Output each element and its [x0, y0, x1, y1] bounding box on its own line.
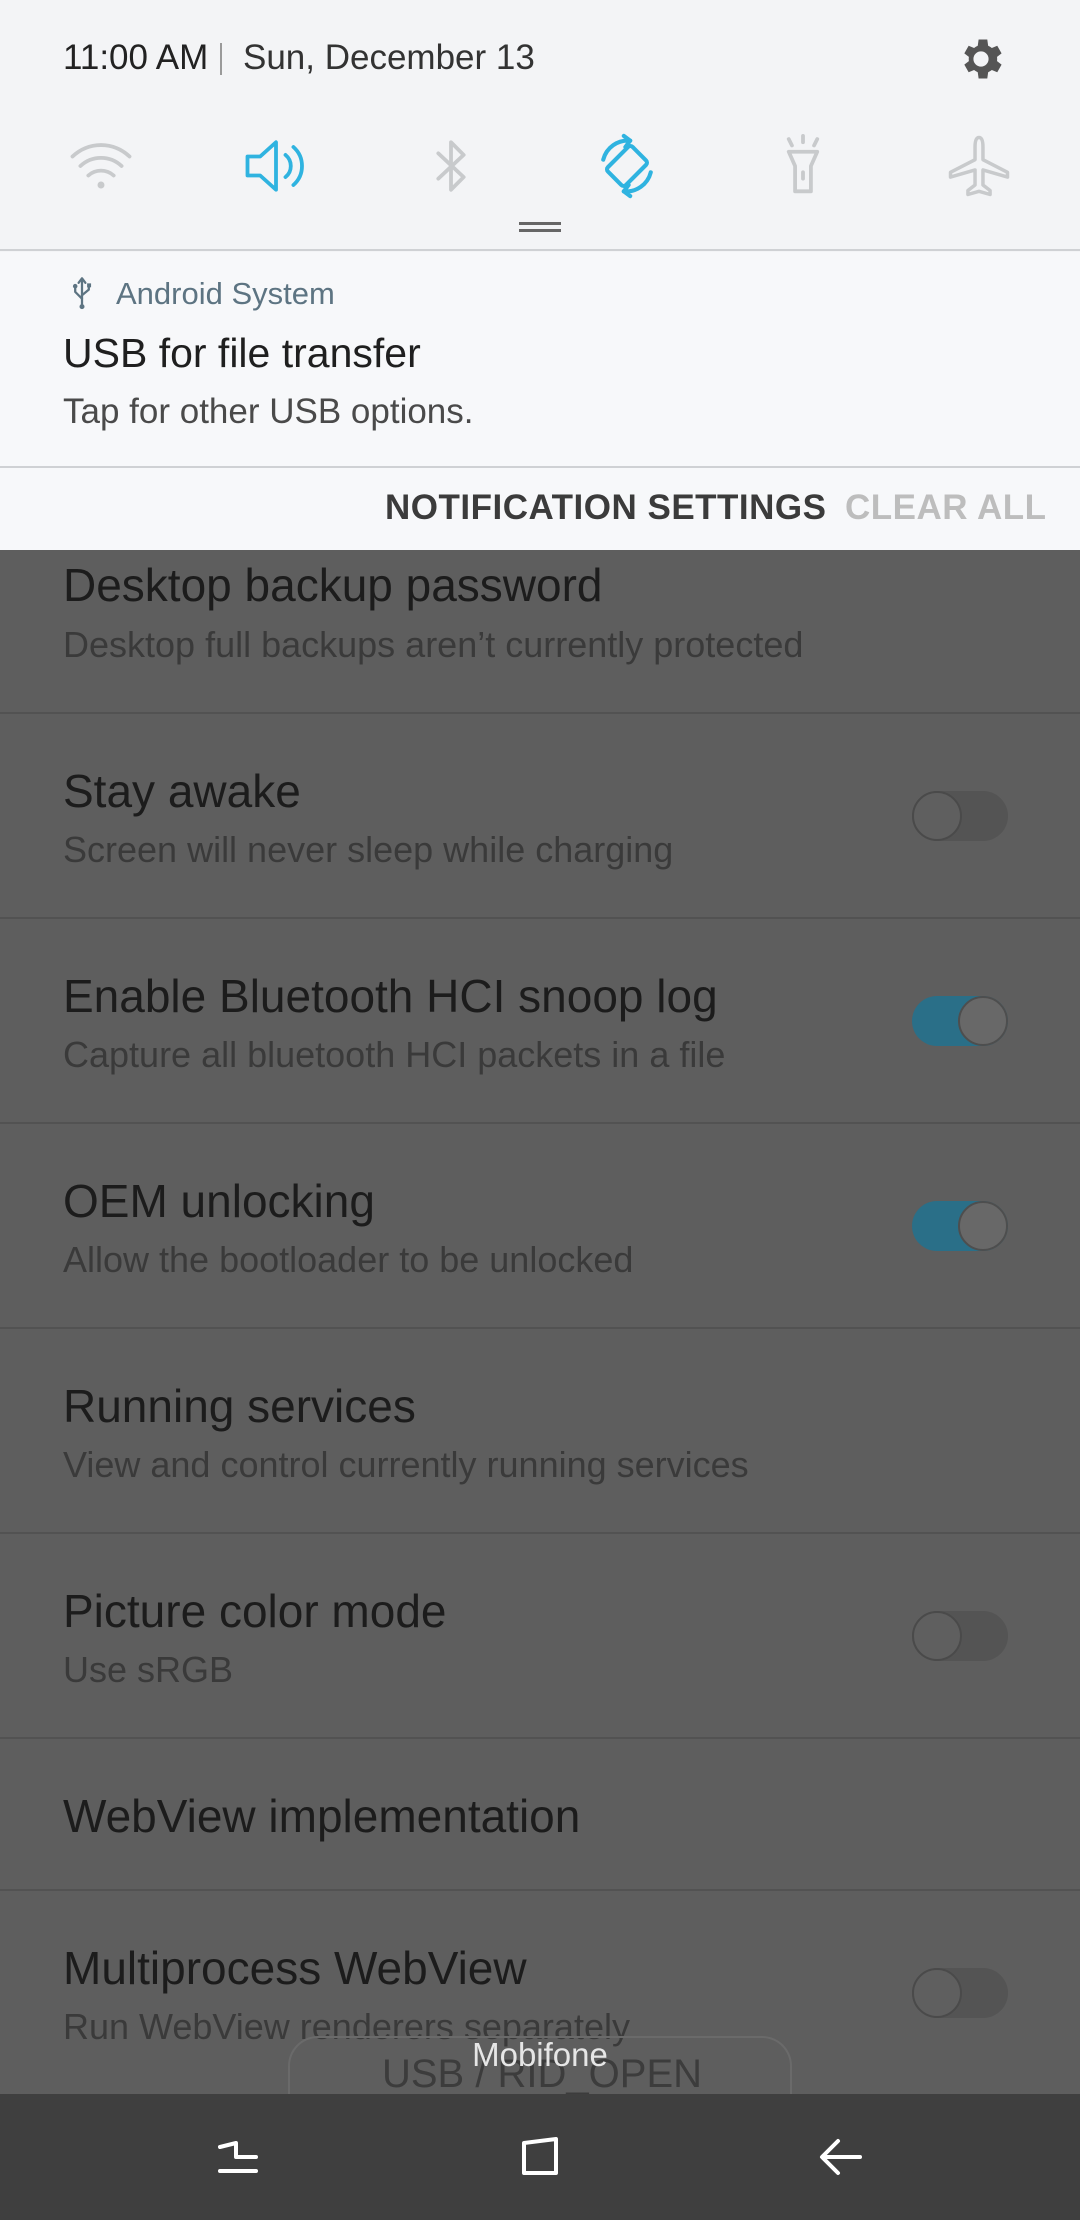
bluetooth-hci-snoop-toggle[interactable] — [912, 996, 1008, 1046]
setting-desktop-backup-password[interactable]: Desktop backup password Desktop full bac… — [0, 550, 1080, 714]
stay-awake-toggle[interactable] — [912, 791, 1008, 841]
notification-shade: 11:00 AM Sun, December 13 Android System… — [0, 0, 1080, 550]
setting-title: WebView implementation — [63, 1790, 581, 1842]
setting-bluetooth-hci-snoop-log[interactable]: Enable Bluetooth HCI snoop log Capture a… — [0, 919, 1080, 1124]
notification-settings-button[interactable]: NOTIFICATION SETTINGS — [385, 488, 827, 528]
oem-unlocking-toggle[interactable] — [912, 1201, 1008, 1251]
setting-summary: Capture all bluetooth HCI packets in a f… — [63, 1034, 726, 1075]
shade-drag-handle[interactable] — [519, 222, 561, 232]
setting-title: Desktop backup password — [63, 559, 603, 611]
usb-icon — [72, 277, 92, 310]
setting-summary: Use sRGB — [63, 1649, 234, 1690]
setting-picture-color-mode[interactable]: Picture color mode Use sRGB — [0, 1534, 1080, 1739]
carrier-label: Mobifone — [472, 2036, 608, 2073]
clock: 11:00 AM — [63, 38, 209, 77]
usb-notification[interactable]: Android System USB for file transfer Tap… — [0, 252, 1080, 466]
back-icon[interactable] — [812, 2127, 872, 2187]
airplane-mode-icon[interactable] — [941, 128, 1017, 204]
clear-all-button[interactable]: CLEAR ALL — [845, 488, 1047, 528]
wifi-icon[interactable] — [63, 128, 139, 204]
flashlight-icon[interactable] — [765, 128, 841, 204]
setting-webview-implementation[interactable]: WebView implementation — [0, 1739, 1080, 1891]
auto-rotate-icon[interactable] — [589, 128, 665, 204]
setting-summary: Screen will never sleep while charging — [63, 829, 674, 870]
divider — [0, 249, 1080, 251]
shade-header: 11:00 AM Sun, December 13 — [0, 0, 1080, 120]
notification-title: USB for file transfer — [63, 330, 421, 376]
date[interactable]: Sun, December 13 — [243, 38, 535, 78]
setting-running-services[interactable]: Running services View and control curren… — [0, 1329, 1080, 1534]
setting-title: Picture color mode — [63, 1585, 447, 1637]
picture-color-mode-toggle[interactable] — [912, 1611, 1008, 1661]
setting-summary: View and control currently running servi… — [63, 1444, 749, 1485]
navigation-bar — [0, 2094, 1080, 2220]
gear-icon[interactable] — [955, 33, 1007, 85]
notification-app-name: Android System — [116, 276, 335, 311]
multiprocess-webview-toggle[interactable] — [912, 1968, 1008, 2018]
setting-title: Running services — [63, 1380, 416, 1432]
notification-actions: NOTIFICATION SETTINGS CLEAR ALL — [0, 468, 1080, 550]
notification-text: Tap for other USB options. — [63, 392, 474, 431]
setting-oem-unlocking[interactable]: OEM unlocking Allow the bootloader to be… — [0, 1124, 1080, 1329]
setting-title: OEM unlocking — [63, 1175, 375, 1227]
setting-title: Enable Bluetooth HCI snoop log — [63, 970, 718, 1022]
setting-summary: Desktop full backups aren’t currently pr… — [63, 624, 804, 665]
setting-title: Stay awake — [63, 765, 301, 817]
bluetooth-icon[interactable] — [413, 128, 489, 204]
header-divider — [220, 43, 222, 75]
setting-stay-awake[interactable]: Stay awake Screen will never sleep while… — [0, 714, 1080, 919]
setting-summary: Allow the bootloader to be unlocked — [63, 1239, 634, 1280]
home-icon[interactable] — [510, 2127, 570, 2187]
quick-settings-row — [0, 120, 1080, 210]
sound-icon[interactable] — [238, 128, 314, 204]
recent-apps-icon[interactable] — [208, 2127, 268, 2187]
setting-title: Multiprocess WebView — [63, 1942, 527, 1994]
